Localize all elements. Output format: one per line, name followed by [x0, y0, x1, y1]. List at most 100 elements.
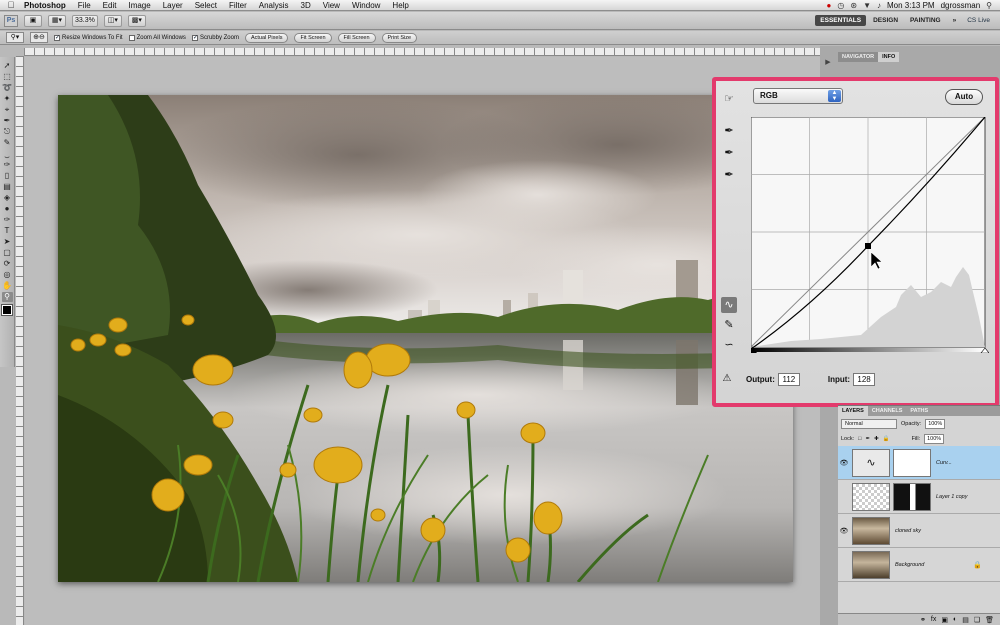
white-point-eyedropper-icon[interactable]: ✒	[721, 167, 737, 183]
clock[interactable]: Mon 3:13 PM	[887, 0, 935, 11]
output-field[interactable]: 112	[777, 372, 800, 386]
resize-windows-checkbox[interactable]: ✓ Resize Windows To Fit	[54, 34, 123, 41]
visibility-eye-icon[interactable]: 👁	[838, 459, 850, 467]
app-menu[interactable]: Photoshop	[22, 0, 72, 11]
pen-tool-icon[interactable]: ✑	[2, 215, 13, 225]
new-group-icon[interactable]: ▤	[962, 616, 969, 624]
zoom-all-windows-checkbox[interactable]: Zoom All Windows	[128, 34, 186, 41]
workspace-painting[interactable]: PAINTING	[905, 15, 946, 26]
new-layer-icon[interactable]: ❏	[974, 616, 980, 624]
eyedropper-tool-icon[interactable]: ✒	[2, 116, 13, 126]
menu-edit[interactable]: Edit	[97, 0, 123, 11]
lock-position-icon[interactable]: ✚	[874, 436, 879, 442]
menu-3d[interactable]: 3D	[295, 0, 317, 11]
wifi-icon[interactable]: ▼	[863, 0, 871, 11]
new-adjustment-icon[interactable]: ◐	[953, 616, 957, 623]
volume-icon[interactable]: ♪	[877, 0, 881, 11]
delete-layer-icon[interactable]: 🗑	[985, 616, 994, 624]
lasso-tool-icon[interactable]: ➰	[2, 83, 13, 93]
menu-layer[interactable]: Layer	[157, 0, 189, 11]
menu-window[interactable]: Window	[346, 0, 386, 11]
layer-name[interactable]: Background	[895, 562, 924, 568]
layer-name[interactable]: Curv...	[936, 460, 952, 466]
3d-orbit-tool-icon[interactable]: ◎	[2, 270, 13, 280]
fill-screen-button[interactable]: Fill Screen	[337, 32, 376, 43]
workspace-design[interactable]: DESIGN	[868, 15, 903, 26]
quick-select-tool-icon[interactable]: ✦	[2, 94, 13, 104]
landscape-photo[interactable]	[58, 95, 793, 582]
dodge-tool-icon[interactable]: ●	[2, 204, 13, 214]
lock-pixels-icon[interactable]: ✒	[865, 436, 870, 442]
time-machine-icon[interactable]: ◷	[837, 0, 844, 11]
blur-tool-icon[interactable]: ◈	[2, 193, 13, 203]
actual-pixels-button[interactable]: Actual Pixels	[244, 32, 289, 43]
type-tool-icon[interactable]: T	[2, 226, 13, 236]
menu-help[interactable]: Help	[386, 0, 414, 11]
lock-all-icon[interactable]: 🔒	[883, 436, 890, 442]
layer-row-layer-1-copy[interactable]: Layer 1 copy	[838, 480, 1000, 514]
layer-name[interactable]: cloned sky	[895, 528, 921, 534]
document-canvas[interactable]	[25, 57, 820, 625]
fit-screen-button[interactable]: Fit Screen	[294, 32, 332, 43]
apple-menu-icon[interactable]: 	[0, 0, 22, 11]
bluetooth-icon[interactable]: ⊛	[850, 0, 857, 11]
pencil-curve-icon[interactable]: ✎	[721, 317, 737, 333]
on-image-adjust-icon[interactable]: ☞	[721, 91, 737, 107]
brush-tool-icon[interactable]: ✎	[2, 138, 13, 148]
gradient-tool-icon[interactable]: ▤	[2, 182, 13, 192]
workspace-essentials[interactable]: ESSENTIALS	[815, 15, 867, 26]
tab-info[interactable]: INFO	[878, 52, 900, 62]
curve-points-icon[interactable]: ∿	[721, 297, 737, 313]
visibility-eye-icon[interactable]: 👁	[838, 527, 850, 535]
marquee-tool-icon[interactable]: ⬚	[2, 72, 13, 82]
gray-point-eyedropper-icon[interactable]: ✒	[721, 145, 737, 161]
spotlight-icon[interactable]: ⚲	[986, 0, 992, 11]
auto-button[interactable]: Auto	[945, 89, 983, 105]
curves-graph[interactable]	[751, 117, 989, 353]
launch-bridge-button[interactable]: ▣	[24, 14, 42, 27]
record-icon[interactable]: ●	[827, 0, 832, 11]
crop-tool-icon[interactable]: ⌖	[2, 105, 13, 115]
eraser-tool-icon[interactable]: ▯	[2, 171, 13, 181]
add-mask-icon[interactable]: ▣	[941, 616, 948, 624]
arrange-documents-button[interactable]: ◫▾	[103, 14, 122, 27]
tab-layers[interactable]: LAYERS	[838, 406, 868, 416]
menu-select[interactable]: Select	[189, 0, 223, 11]
zoom-level-select[interactable]: 33.3%	[72, 14, 98, 27]
menu-image[interactable]: Image	[122, 0, 156, 11]
zoom-tool-icon[interactable]: ⚲	[1, 292, 13, 302]
opacity-field[interactable]: 100%	[925, 419, 946, 429]
hand-tool-icon[interactable]: ✋	[2, 281, 13, 291]
screen-mode-button[interactable]: ▩▾	[127, 14, 146, 27]
clipping-warning-icon[interactable]: ⚠	[719, 373, 735, 387]
workspace-more-icon[interactable]: »	[948, 15, 962, 26]
3d-rotate-tool-icon[interactable]: ⟳	[2, 259, 13, 269]
channel-select[interactable]: RGB ▲ ▼	[753, 88, 843, 104]
clone-stamp-tool-icon[interactable]: ⏟	[2, 149, 13, 159]
cs-live-button[interactable]: CS Live	[963, 17, 994, 24]
user-name[interactable]: dgrossman	[941, 0, 981, 11]
tab-channels[interactable]: CHANNELS	[868, 406, 907, 416]
fill-field[interactable]: 100%	[924, 434, 945, 444]
layer-style-icon[interactable]: fx	[931, 616, 936, 623]
layer-row-background[interactable]: Background 🔒	[838, 548, 1000, 582]
view-extras-button[interactable]: ▦▾	[48, 14, 66, 27]
foreground-color-swatch[interactable]	[2, 305, 12, 315]
move-tool-icon[interactable]: ➚	[2, 61, 13, 71]
blend-mode-select[interactable]: Normal	[841, 419, 897, 429]
menu-file[interactable]: File	[72, 0, 97, 11]
healing-brush-tool-icon[interactable]: ⎋	[2, 127, 13, 137]
tab-navigator[interactable]: NAVIGATOR	[838, 52, 879, 62]
input-field[interactable]: 128	[853, 372, 876, 386]
history-brush-tool-icon[interactable]: ✑	[2, 160, 13, 170]
layer-row-curves[interactable]: 👁 ∿ Curv...	[838, 446, 1000, 480]
link-layers-icon[interactable]: ⚭	[920, 616, 926, 624]
collapse-panels-icon[interactable]: ▶	[825, 58, 830, 66]
layer-row-cloned-sky[interactable]: 👁 cloned sky	[838, 514, 1000, 548]
zoom-tool-preset-icon[interactable]: ⚲▾	[6, 32, 24, 43]
zoom-in-out-icon[interactable]: ⊕⊖	[30, 32, 48, 43]
smooth-curve-icon[interactable]: ∽	[721, 337, 737, 353]
print-size-button[interactable]: Print Size	[381, 32, 418, 43]
tab-paths[interactable]: PATHS	[906, 406, 932, 416]
menu-filter[interactable]: Filter	[223, 0, 253, 11]
